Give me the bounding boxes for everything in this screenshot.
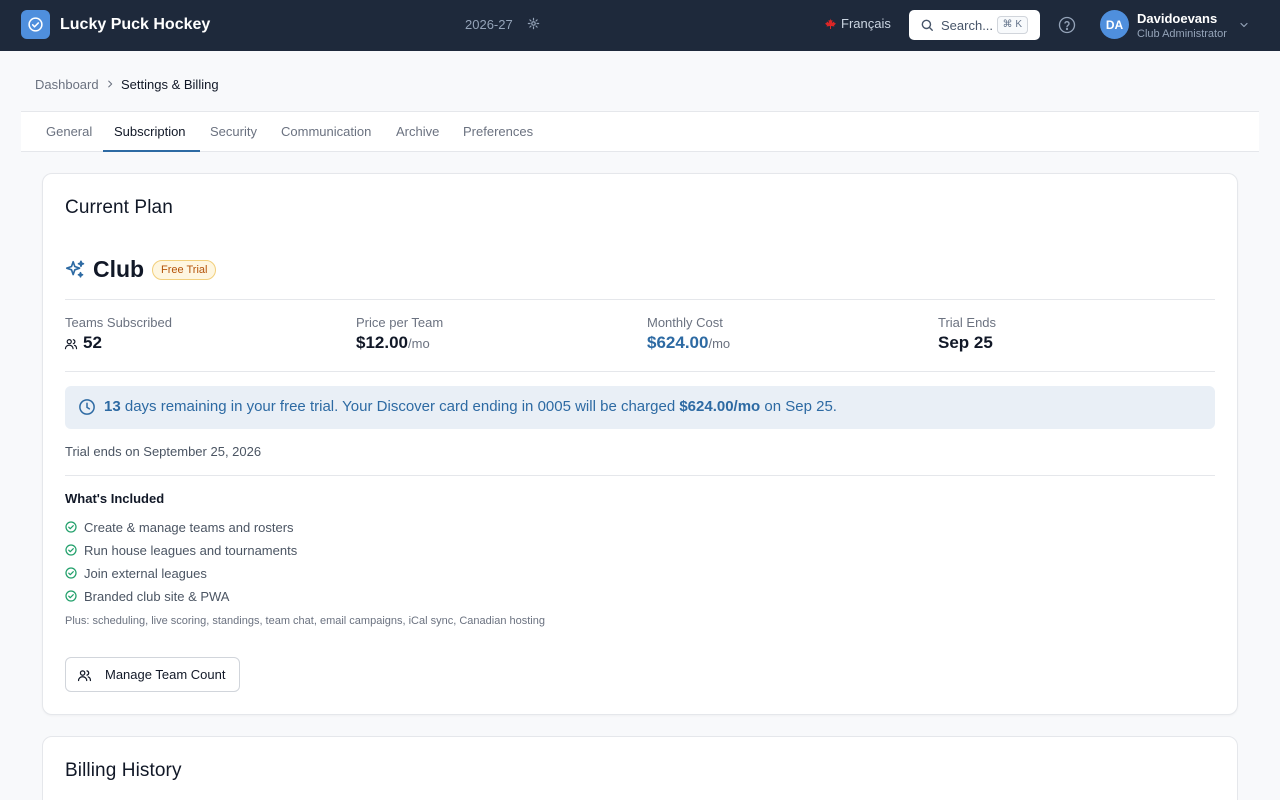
- app-name[interactable]: Lucky Puck Hockey: [60, 16, 210, 34]
- tab-preferences[interactable]: Preferences: [463, 124, 533, 139]
- users-icon: [64, 339, 78, 350]
- language-label: Français: [841, 16, 891, 31]
- tab-subscription[interactable]: Subscription: [114, 124, 186, 139]
- monthly-amount: $624.00: [647, 333, 709, 352]
- sparkles-icon: [65, 260, 85, 278]
- check-circle-icon: [65, 567, 77, 579]
- tab-security[interactable]: Security: [210, 124, 257, 139]
- breadcrumb-current: Settings & Billing: [121, 77, 219, 92]
- price-unit: /mo: [408, 336, 430, 351]
- plus-features: Plus: scheduling, live scoring, standing…: [65, 615, 545, 627]
- tab-general[interactable]: General: [46, 124, 92, 139]
- tab-communication[interactable]: Communication: [281, 124, 371, 139]
- season-selector[interactable]: 2026-27: [465, 17, 513, 32]
- notice-text-1: days remaining in your free trial. Your …: [120, 398, 680, 415]
- tab-archive[interactable]: Archive: [396, 124, 439, 139]
- check-circle-icon: [65, 521, 77, 533]
- settings-tabs: General Subscription Security Communicat…: [21, 111, 1259, 152]
- trial-notice-text: 13 days remaining in your free trial. Yo…: [104, 398, 837, 415]
- current-plan-title: Current Plan: [65, 197, 173, 218]
- user-role: Club Administrator: [1137, 28, 1227, 40]
- divider: [65, 475, 1215, 476]
- feature-item: Join external leagues: [84, 566, 207, 581]
- user-name[interactable]: Davidoevans: [1137, 11, 1217, 26]
- maple-leaf-icon: [825, 18, 836, 29]
- language-toggle[interactable]: Français: [824, 16, 891, 31]
- teams-label: Teams Subscribed: [65, 315, 172, 330]
- logo-icon: [28, 17, 43, 32]
- clock-icon: [79, 399, 95, 415]
- breadcrumb-dashboard[interactable]: Dashboard: [35, 77, 99, 92]
- trial-ends-value: Sep 25: [938, 333, 993, 352]
- trial-notice: 13 days remaining in your free trial. Yo…: [65, 386, 1215, 429]
- users-icon: [77, 670, 92, 682]
- search-icon: [921, 19, 933, 31]
- billing-history-title: Billing History: [65, 760, 182, 781]
- teams-value: 52: [83, 333, 102, 352]
- charge-amount: $624.00/mo: [679, 398, 761, 415]
- top-bar: Lucky Puck Hockey 2026-27 Français Searc…: [0, 0, 1280, 51]
- divider: [65, 371, 1215, 372]
- avatar[interactable]: DA: [1100, 10, 1129, 39]
- trial-ends-label: Trial Ends: [938, 315, 997, 330]
- price-label: Price per Team: [356, 315, 444, 330]
- trial-end-date: Trial ends on September 25, 2026: [65, 444, 262, 459]
- plan-name: Club: [93, 256, 145, 282]
- monthly-cost-value: $624.00/mo: [647, 333, 730, 353]
- gear-icon[interactable]: [527, 17, 540, 30]
- monthly-cost-label: Monthly Cost: [647, 315, 723, 330]
- billing-history-card: [42, 736, 1238, 800]
- help-icon[interactable]: [1058, 16, 1076, 34]
- feature-item: Branded club site & PWA: [84, 589, 230, 604]
- chevron-right-icon: [108, 80, 113, 88]
- notice-text-2: on Sep 25.: [760, 398, 837, 415]
- monthly-unit: /mo: [708, 336, 731, 351]
- price-value: $12.00/mo: [356, 333, 430, 353]
- check-circle-icon: [65, 544, 77, 556]
- chevron-down-icon[interactable]: [1238, 19, 1250, 31]
- active-tab-indicator: [103, 150, 200, 152]
- manage-team-count-button[interactable]: Manage Team Count: [65, 657, 240, 692]
- days-remaining: 13: [104, 398, 121, 415]
- app-logo[interactable]: [21, 10, 50, 39]
- feature-item: Run house leagues and tournaments: [84, 543, 298, 558]
- search-shortcut: ⌘ K: [996, 16, 1028, 34]
- included-title: What's Included: [65, 491, 165, 506]
- divider: [65, 299, 1215, 300]
- manage-team-count-label: Manage Team Count: [105, 667, 226, 682]
- check-circle-icon: [65, 590, 77, 602]
- search-placeholder: Search...: [941, 17, 994, 33]
- price-amount: $12.00: [356, 333, 408, 352]
- status-badge: Free Trial: [152, 260, 217, 280]
- feature-item: Create & manage teams and rosters: [84, 520, 294, 535]
- search-box[interactable]: Search... ⌘ K: [909, 10, 1040, 40]
